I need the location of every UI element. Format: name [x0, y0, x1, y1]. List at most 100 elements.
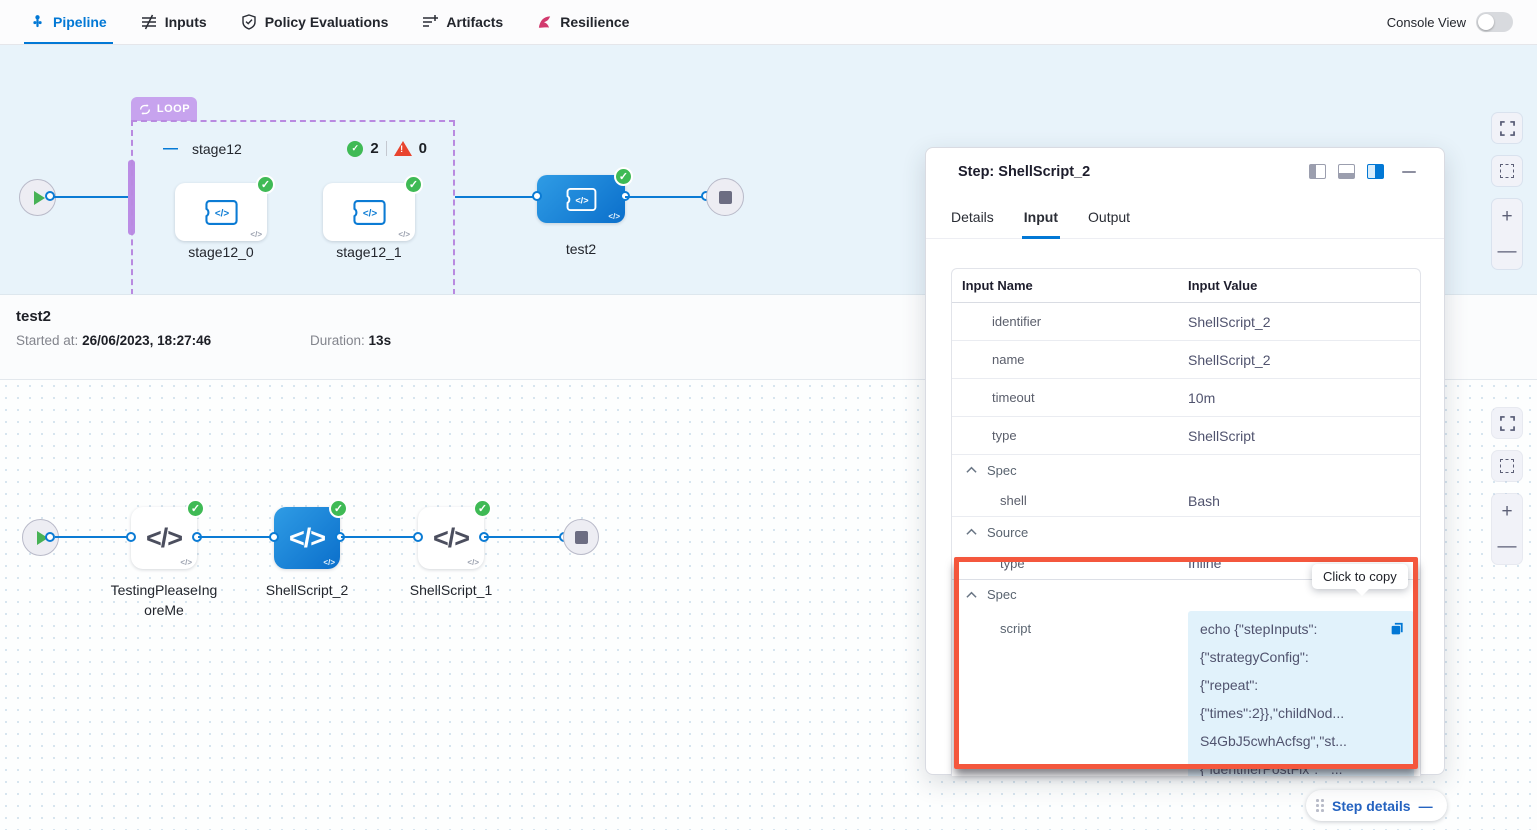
section-source[interactable]: Source [952, 517, 1420, 547]
table-header: Input Name Input Value [952, 269, 1420, 303]
layout-left-pane-icon[interactable] [1309, 164, 1326, 179]
check-icon: ✓ [473, 499, 492, 518]
step-node-shellscript-2-selected[interactable]: </> ✓ </> [274, 507, 340, 569]
col-input-value: Input Value [1188, 278, 1257, 293]
edge-port [269, 532, 279, 542]
pipeline-end-node[interactable] [706, 178, 744, 216]
nav-tab-artifacts[interactable]: Artifacts [422, 0, 503, 44]
col-input-name: Input Name [952, 278, 1033, 293]
list-plus-icon [422, 14, 438, 30]
tab-output[interactable]: Output [1086, 205, 1132, 238]
edge-loop-to-test2 [455, 196, 537, 198]
marquee-select-button[interactable] [1492, 451, 1522, 481]
check-icon: ✓ [329, 499, 348, 518]
success-count-icon: ✓ [347, 141, 363, 157]
nav-tab-resilience[interactable]: Resilience [537, 0, 629, 44]
click-to-copy-tooltip: Click to copy [1312, 564, 1408, 589]
console-view-toggle[interactable] [1476, 12, 1513, 32]
step-node-stage12-1[interactable]: </> ✓ </> [323, 183, 415, 241]
nav-tab-resilience-label: Resilience [560, 14, 629, 30]
marquee-select-button[interactable] [1492, 156, 1522, 186]
stage-status-counts: ✓ 2 0 [347, 140, 427, 157]
loop-badge-label: LOOP [157, 103, 190, 115]
plugin-code-icon: </> [351, 199, 387, 226]
copy-icon [1389, 620, 1406, 637]
step-node-test2-selected[interactable]: </> ✓ </> [537, 175, 625, 223]
input-table: Input Name Input Value identifier ShellS… [951, 268, 1421, 776]
nav-tab-pipeline[interactable]: Pipeline [30, 0, 107, 44]
count-divider [386, 141, 387, 156]
table-row: identifier ShellScript_2 [952, 303, 1420, 341]
zoom-in-button[interactable]: + [1492, 199, 1522, 234]
shellscript-icon: </> [146, 523, 182, 554]
chevron-up-icon [966, 528, 977, 536]
edge [198, 536, 274, 538]
drag-handle-icon[interactable] [1316, 799, 1324, 812]
fullscreen-icon [1500, 121, 1515, 136]
duration: Duration: 13s [310, 333, 391, 348]
pipeline-icon [30, 14, 45, 30]
node-label-test2: test2 [516, 241, 646, 257]
shellscript-icon: </> [433, 523, 469, 554]
mini-code-icon: </> [250, 230, 262, 239]
minimize-panel-icon[interactable] [1402, 171, 1416, 173]
tab-input[interactable]: Input [1022, 205, 1060, 238]
edge-port [45, 191, 55, 201]
panel-layout-switcher [1309, 164, 1384, 179]
zoom-controls: + — [1492, 199, 1522, 269]
svg-text:</>: </> [575, 195, 588, 205]
stage-end-node[interactable] [563, 519, 599, 555]
step-node-shellscript-1[interactable]: </> ✓ </> [418, 507, 484, 569]
chaos-icon [537, 14, 552, 30]
zoom-out-button[interactable]: — [1492, 234, 1522, 269]
plugin-code-icon: </> [564, 187, 598, 212]
nav-tab-policy-evaluations[interactable]: Policy Evaluations [241, 0, 389, 44]
mini-code-icon: </> [398, 230, 410, 239]
svg-text:</>: </> [215, 208, 229, 219]
zoom-in-button[interactable]: + [1492, 494, 1522, 529]
mini-code-icon: </> [467, 558, 479, 567]
inputs-icon [141, 14, 157, 30]
node-label-shellscript-1: ShellScript_1 [386, 582, 516, 598]
node-label-shellscript-2: ShellScript_2 [242, 582, 372, 598]
failure-count: 0 [419, 140, 427, 157]
layout-right-pane-icon[interactable] [1367, 164, 1384, 179]
check-icon: ✓ [404, 175, 423, 194]
step-node-testingpleaseingoreme[interactable]: </> ✓ </> [131, 507, 197, 569]
started-at: Started at: 26/06/2023, 18:27:46 [16, 333, 211, 348]
stage-collapse-button[interactable]: — [163, 140, 178, 157]
section-spec[interactable]: Spec [952, 455, 1420, 485]
marquee-select-icon [1500, 459, 1514, 473]
shield-check-icon [241, 14, 257, 30]
step-details-button[interactable]: Step details — [1306, 790, 1447, 821]
zoom-controls: + — [1492, 494, 1522, 564]
step-node-stage12-0[interactable]: </> ✓ </> [175, 183, 267, 241]
step-details-panel: Step: ShellScript_2 Details Input Output… [925, 147, 1445, 775]
nav-tab-pipeline-label: Pipeline [53, 14, 107, 30]
edge-start-to-loop [50, 196, 131, 198]
check-icon: ✓ [614, 167, 633, 186]
script-value[interactable]: echo {"stepInputs": {"strategyConfig": {… [1188, 611, 1414, 776]
zoom-out-button[interactable]: — [1492, 529, 1522, 564]
stage-name[interactable]: stage12 [192, 141, 242, 157]
edge-port [532, 191, 542, 201]
edge-port [126, 532, 136, 542]
nav-tab-inputs[interactable]: Inputs [141, 0, 207, 44]
loop-icon [138, 104, 152, 115]
run-title: test2 [16, 308, 51, 325]
fullscreen-button[interactable] [1492, 408, 1522, 438]
marquee-select-icon [1500, 164, 1514, 178]
copy-button[interactable] [1389, 620, 1406, 637]
tab-details[interactable]: Details [949, 205, 996, 238]
fullscreen-icon [1500, 416, 1515, 431]
chevron-up-icon [966, 466, 977, 474]
edge [341, 536, 418, 538]
edge-port [45, 532, 55, 542]
fullscreen-button[interactable] [1492, 113, 1522, 143]
edge-test2-to-end [625, 196, 706, 198]
plugin-code-icon: </> [203, 199, 239, 226]
panel-title: Step: ShellScript_2 [958, 164, 1090, 180]
stop-icon [575, 531, 588, 544]
layout-bottom-pane-icon[interactable] [1338, 164, 1355, 179]
started-at-label: Started at: [16, 333, 78, 348]
